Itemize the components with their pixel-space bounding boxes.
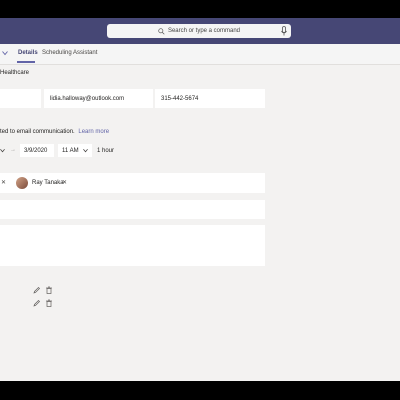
tab-scheduling-assistant[interactable]: Scheduling Assistant <box>42 50 97 56</box>
learn-more-link[interactable]: Learn more <box>78 129 109 135</box>
delete-icon[interactable] <box>45 286 53 294</box>
edit-icon[interactable] <box>33 299 41 307</box>
arrow-right-icon: → <box>10 147 16 153</box>
delete-icon[interactable] <box>45 299 53 307</box>
tab-details[interactable]: Details <box>18 50 38 56</box>
description-field[interactable] <box>0 225 265 266</box>
chevron-down-icon <box>0 149 5 153</box>
remove-attendee-icon[interactable]: ✕ <box>1 179 6 186</box>
duration-text: 1 hour <box>97 148 115 154</box>
email-notice: ted to email communication. Learn more <box>0 129 109 135</box>
chevron-down-icon[interactable] <box>2 50 8 56</box>
remove-attendee-icon[interactable]: ✕ <box>62 179 67 186</box>
name-card <box>0 89 41 108</box>
email-notice-text: ted to email communication. <box>0 129 75 135</box>
location-field[interactable] <box>0 200 265 219</box>
end-time-dropdown[interactable]: 11 AM <box>58 144 92 157</box>
app-window: Search or type a command Details Schedul… <box>0 18 400 381</box>
top-bar: Search or type a command <box>0 18 400 44</box>
search-box[interactable]: Search or type a command <box>107 24 291 38</box>
end-time-value: 11 AM <box>62 147 79 154</box>
email-text: lidia.halloway@outlook.com <box>50 95 125 102</box>
search-icon <box>158 27 165 35</box>
microphone-icon[interactable] <box>281 26 287 36</box>
company-name: Healthcare <box>0 70 30 76</box>
edit-icon[interactable] <box>33 286 41 294</box>
avatar <box>16 177 28 189</box>
end-date-field[interactable]: 3/9/2020 <box>20 144 54 157</box>
tab-bar: Details Scheduling Assistant <box>0 44 400 65</box>
phone-text: 315-442-5674 <box>161 95 199 102</box>
email-card[interactable]: lidia.halloway@outlook.com <box>44 89 153 108</box>
attendee-name: Ray Tanaka <box>32 180 64 186</box>
bottom-bezel <box>0 381 400 400</box>
chevron-down-icon <box>83 149 88 153</box>
active-tab-indicator <box>17 61 35 63</box>
phone-card[interactable]: 315-442-5674 <box>155 89 265 108</box>
end-date-value: 3/9/2020 <box>24 147 48 154</box>
start-time-chevron[interactable] <box>0 144 6 157</box>
search-placeholder: Search or type a command <box>167 28 241 34</box>
